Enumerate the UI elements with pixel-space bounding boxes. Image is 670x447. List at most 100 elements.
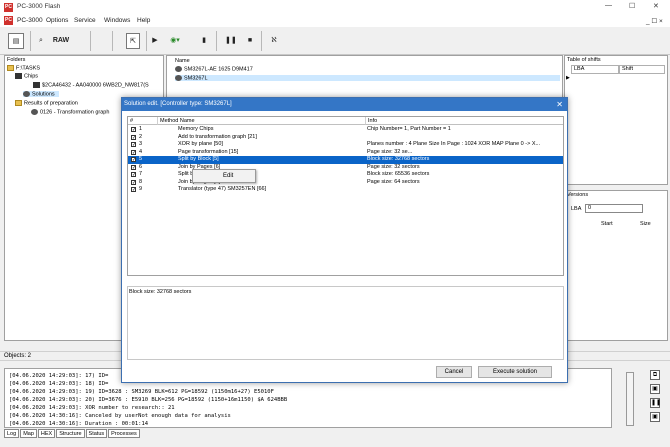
stop-icon[interactable]: ■ — [245, 33, 255, 49]
method-checkbox[interactable]: ✓ — [131, 172, 136, 178]
graph-icon — [175, 75, 182, 81]
methods-grid: # Method Name Info ✓ 1 Memory Chips Chip Nu… — [127, 116, 564, 276]
method-row[interactable]: ✓ 5 Split by Block [5] Block size: 32768 se… — [128, 156, 563, 164]
title-bar: PC PC-3000 Flash — ☐ ✕ — [0, 0, 670, 14]
shifts-panel: Table of shifts LBA Shift ▶ — [564, 55, 668, 185]
tab-hex[interactable]: HEX — [37, 429, 56, 438]
shifts-col-lba[interactable]: LBA — [571, 65, 619, 74]
tool-icon[interactable]: ℵ — [268, 33, 280, 49]
method-name: Page transformation [15] — [178, 148, 239, 155]
bottom-tabs: Log Map HEX Structure Status Processes — [4, 429, 141, 439]
method-checkbox[interactable]: ✓ — [131, 179, 136, 185]
method-row[interactable]: ✓ 3 XOR by plane [50] Planes number : 4 Pla… — [128, 141, 563, 149]
log-scrollbar[interactable] — [626, 372, 634, 426]
method-checkbox[interactable]: ✓ — [131, 127, 136, 133]
method-name: XOR by plane [50] — [178, 141, 223, 147]
list-item[interactable]: SM3267L — [175, 75, 560, 82]
menu-options[interactable]: Options — [46, 17, 68, 24]
dialog-title: Solution edit. [Controller type: SM3267L… — [122, 98, 567, 111]
tree-item-chip-id[interactable]: $2CA46432 - AA040000 6WB2D_NW817(S — [33, 82, 149, 88]
method-number: 4 — [139, 148, 143, 155]
method-number: 2 — [139, 133, 143, 140]
log-line: [04.06.2020 14:29:03]: 19) ID=3628 : SM3… — [9, 389, 274, 395]
toolbar: ▤ ⌕ RAW ⇱ ▶ ◉▾ ▮ ❚❚ ■ ℵ — [0, 27, 670, 55]
menu-windows[interactable]: Windows — [104, 17, 130, 24]
method-name: Split by Block [5] — [178, 156, 219, 162]
method-row[interactable]: ✓ 4 Page transformation [15] Page size: 32 … — [128, 149, 563, 157]
task-icon[interactable]: ▤ — [8, 33, 24, 49]
play-icon[interactable]: ▶ — [150, 33, 160, 49]
method-row[interactable]: ✓ 2 Add to transformation graph [21] — [128, 134, 563, 142]
tree-item-solutions[interactable]: Solutions — [23, 91, 59, 98]
chip-icon — [33, 82, 40, 88]
solution-edit-dialog: Solution edit. [Controller type: SM3267L… — [121, 97, 568, 383]
execute-solution-button[interactable]: Execute solution — [478, 366, 552, 378]
app-menu-icon[interactable]: PC — [4, 16, 13, 25]
method-number: 3 — [139, 141, 143, 147]
cancel-button[interactable]: Cancel — [436, 366, 472, 378]
method-number: 5 — [139, 156, 143, 162]
method-checkbox[interactable]: ✓ — [131, 134, 136, 140]
versions-col-start: Start — [601, 221, 613, 227]
maximize-button[interactable]: ☐ — [629, 2, 635, 10]
close-button[interactable]: ✕ — [653, 2, 659, 10]
log-line: [04.06.2020 14:29:03]: XOR number to res… — [9, 405, 175, 411]
copy-icon[interactable]: ⧉ — [650, 370, 660, 380]
details-scrollbar[interactable] — [555, 288, 563, 358]
method-number: 9 — [139, 186, 143, 192]
window-title: PC-3000 Flash — [17, 3, 61, 10]
tab-log[interactable]: Log — [4, 429, 20, 438]
tab-processes[interactable]: Processes — [108, 429, 140, 438]
tree-item-tasks[interactable]: F:\TASKS — [7, 65, 40, 71]
method-name: Add to transformation graph [21] — [178, 133, 257, 140]
log-line: [04.06.2020 14:30:16]: Duration : 00:01:… — [9, 421, 149, 427]
method-number: 6 — [139, 163, 143, 170]
tree-item-chips[interactable]: Chips — [15, 73, 38, 79]
tree-item-graph[interactable]: 0126 - Transformation graph — [31, 109, 109, 115]
col-method: Method Name — [158, 117, 366, 125]
pause-log-icon[interactable]: ❚❚ — [650, 398, 661, 408]
versions-title: Versions — [567, 192, 589, 198]
method-name: Memory Chips — [178, 126, 214, 132]
solution-icon[interactable]: ◉▾ — [165, 33, 185, 49]
tree-item-results[interactable]: Results of preparation — [15, 100, 78, 106]
minimize-button[interactable]: — — [605, 2, 612, 9]
chip-icon — [15, 73, 22, 79]
solutions-icon — [23, 91, 30, 97]
mdi-window-controls[interactable]: _ ☐ × — [646, 17, 663, 25]
binoculars-icon[interactable]: ⌕ — [36, 33, 46, 49]
list-item[interactable]: SM3267L-AE 1625 D9M417 — [175, 66, 253, 72]
method-checkbox[interactable]: ✓ — [131, 149, 136, 155]
log-line: [04.06.2020 14:29:03]: 20) ID=3676 : E59… — [9, 397, 288, 403]
menu-service[interactable]: Service — [74, 17, 96, 24]
versions-lba-input[interactable]: 0 — [585, 204, 643, 213]
tab-structure[interactable]: Structure — [56, 429, 85, 438]
tab-status[interactable]: Status — [85, 429, 108, 438]
method-checkbox[interactable]: ✓ — [131, 142, 136, 148]
col-num: # — [128, 117, 158, 125]
method-checkbox[interactable]: ✓ — [131, 157, 136, 163]
method-number: 7 — [139, 171, 143, 177]
export-icon[interactable]: ⇱ — [126, 33, 140, 49]
details-area: Block size: 32768 sectors — [127, 286, 564, 360]
method-info: Block size: 32768 sectors — [367, 156, 430, 162]
raw-button[interactable]: RAW — [50, 33, 72, 49]
menu-help[interactable]: Help — [137, 17, 150, 24]
method-info: Page size: 32 se... — [367, 148, 413, 155]
method-name: Translator (type 47) SM3257EN [66] — [178, 186, 267, 192]
tab-map[interactable]: Map — [20, 429, 37, 438]
save-icon[interactable]: ▣ — [650, 384, 660, 394]
method-row[interactable]: ✓ 1 Memory Chips Chip Number= 1, Part Numbe… — [128, 126, 563, 134]
save-log-icon[interactable]: ▣ — [650, 412, 660, 422]
method-checkbox[interactable]: ✓ — [131, 187, 136, 193]
method-row[interactable]: ✓ 9 Translator (type 47) SM3257EN [66] — [128, 186, 563, 194]
dialog-close-icon[interactable]: ✕ — [556, 98, 563, 111]
versions-col-size: Size — [640, 221, 651, 227]
method-checkbox[interactable]: ✓ — [131, 164, 136, 170]
chip-icon[interactable]: ▮ — [199, 33, 209, 49]
context-menu-edit[interactable]: Edit — [192, 169, 256, 183]
pause-icon[interactable]: ❚❚ — [225, 33, 237, 49]
menu-pc3000[interactable]: PC-3000 — [17, 17, 43, 24]
shifts-col-shift[interactable]: Shift — [619, 65, 665, 74]
menu-bar: PC PC-3000 Options Service Windows Help … — [0, 14, 670, 27]
